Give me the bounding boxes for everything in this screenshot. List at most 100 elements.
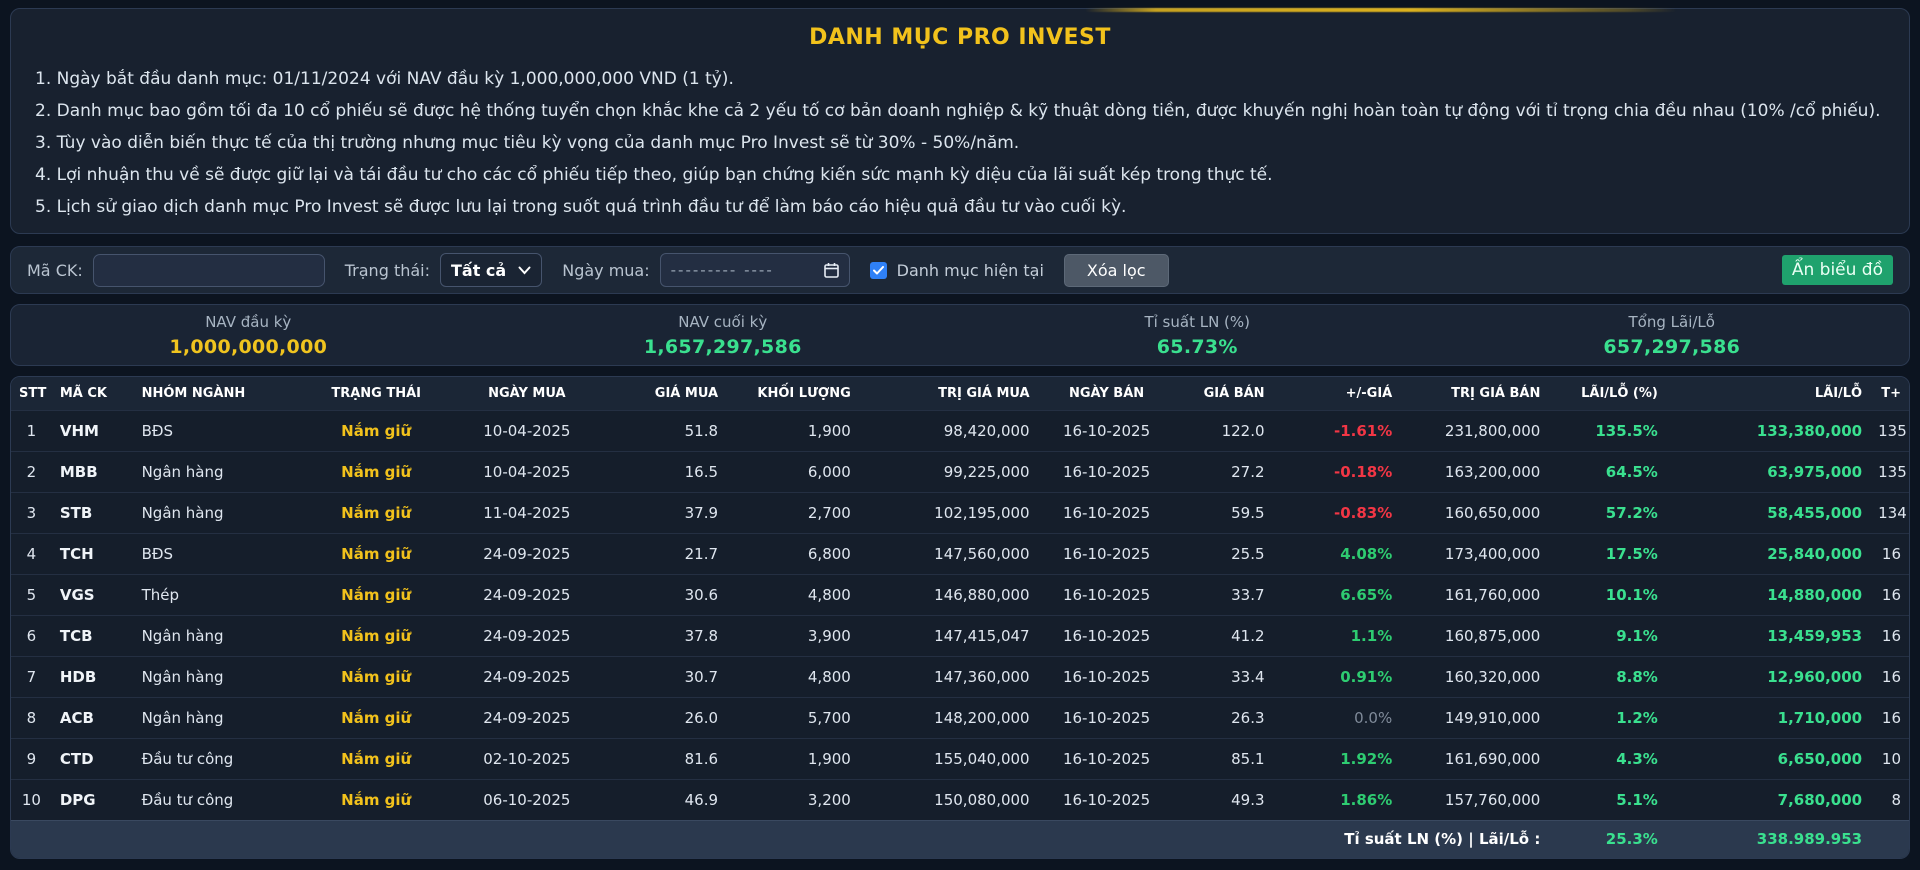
cell-delta: -1.61% <box>1272 409 1401 451</box>
current-portfolio-checkbox[interactable] <box>869 261 887 279</box>
buy-date-input[interactable]: --------- ---- <box>659 253 850 287</box>
cell-ngay-ban: 16-10-2025 <box>1037 614 1176 656</box>
cell-tri-gia-mua: 99,225,000 <box>858 450 1038 492</box>
cell-ll: 1,710,000 <box>1665 696 1871 738</box>
footer-label: Tỉ suất LN (%) | Lãi/Lỗ : <box>11 819 1549 858</box>
cell-nganh: Ngân hàng <box>133 614 308 656</box>
col-header-ma: MÃ CK <box>51 377 134 410</box>
col-header-tri-gia-mua: TRỊ GIÁ MUA <box>858 377 1038 410</box>
cell-gia-mua: 30.6 <box>608 573 727 615</box>
cell-status: Nắm giữ <box>307 450 446 492</box>
summary-nav-start-label: NAV đầu kỳ <box>205 312 292 331</box>
summary-total-pnl-value: 657,297,586 <box>1603 335 1741 358</box>
buy-date-label: Ngày mua: <box>562 260 650 280</box>
cell-tri-gia-ban: 231,800,000 <box>1400 409 1549 451</box>
cell-tri-gia-ban: 173,400,000 <box>1400 532 1549 574</box>
cell-gia-ban: 25.5 <box>1175 532 1273 574</box>
cell-llpct: 57.2% <box>1548 491 1666 533</box>
cell-ll: 63,975,000 <box>1665 450 1871 492</box>
cell-tri-gia-mua: 148,200,000 <box>858 696 1038 738</box>
cell-nganh: BĐS <box>133 409 308 451</box>
cell-ngay-ban: 16-10-2025 <box>1037 409 1176 451</box>
cell-ngay-mua: 02-10-2025 <box>445 737 609 779</box>
col-header-ll: LÃI/LỖ <box>1665 377 1871 410</box>
cell-khoi-luong: 4,800 <box>726 655 859 697</box>
cell-stt: 7 <box>11 655 52 697</box>
cell-ma: HDB <box>51 655 134 697</box>
col-header-ngay-mua: NGÀY MUA <box>445 377 609 410</box>
cell-gia-ban: 59.5 <box>1175 491 1273 533</box>
cell-ll: 6,650,000 <box>1665 737 1871 779</box>
cell-stt: 2 <box>11 450 52 492</box>
clear-filter-button[interactable]: Xóa lọc <box>1063 253 1169 287</box>
status-select[interactable]: Tất cả <box>440 253 543 287</box>
table-row: 6 TCB Ngân hàng Nắm giữ 24-09-2025 37.8 3,900 1… <box>11 614 1909 656</box>
summary-total-pnl-label: Tổng Lãi/Lỗ <box>1628 312 1715 331</box>
cell-gia-ban: 49.3 <box>1175 778 1273 820</box>
status-select-value: Tất cả <box>451 260 507 280</box>
cell-stt: 9 <box>11 737 52 779</box>
cell-nganh: Ngân hàng <box>133 696 308 738</box>
chevron-down-icon <box>518 266 531 274</box>
summary-return-pct-value: 65.73% <box>1156 335 1238 358</box>
cell-khoi-luong: 3,900 <box>726 614 859 656</box>
cell-delta: 4.08% <box>1272 532 1401 574</box>
cell-gia-ban: 26.3 <box>1175 696 1273 738</box>
cell-tri-gia-mua: 102,195,000 <box>858 491 1038 533</box>
cell-ngay-mua: 24-09-2025 <box>445 614 609 656</box>
footer-return-pct: 25.3% <box>1548 819 1666 858</box>
cell-delta: 1.1% <box>1272 614 1401 656</box>
cell-tri-gia-ban: 157,760,000 <box>1400 778 1549 820</box>
cell-nganh: Thép <box>133 573 308 615</box>
cell-status: Nắm giữ <box>307 737 446 779</box>
summary-total-pnl: Tổng Lãi/Lỗ 657,297,586 <box>1435 313 1910 358</box>
summary-return-pct: Tỉ suất LN (%) 65.73% <box>960 313 1435 358</box>
cell-tri-gia-ban: 160,875,000 <box>1400 614 1549 656</box>
summary-nav-end-value: 1,657,297,586 <box>643 335 802 358</box>
cell-llpct: 4.3% <box>1548 737 1666 779</box>
cell-llpct: 64.5% <box>1548 450 1666 492</box>
cell-gia-mua: 30.7 <box>608 655 727 697</box>
cell-tri-gia-ban: 149,910,000 <box>1400 696 1549 738</box>
cell-nganh: Ngân hàng <box>133 655 308 697</box>
cell-ngay-ban: 16-10-2025 <box>1037 737 1176 779</box>
cell-ma: TCH <box>51 532 134 574</box>
cell-khoi-luong: 2,700 <box>726 491 859 533</box>
cell-gia-ban: 33.7 <box>1175 573 1273 615</box>
summary-bar: NAV đầu kỳ 1,000,000,000 NAV cuối kỳ 1,6… <box>10 304 1910 366</box>
cell-gia-ban: 85.1 <box>1175 737 1273 779</box>
cell-tri-gia-ban: 160,650,000 <box>1400 491 1549 533</box>
hide-chart-button[interactable]: Ẩn biểu đồ <box>1781 255 1893 285</box>
table-row: 7 HDB Ngân hàng Nắm giữ 24-09-2025 30.7 4,800 1… <box>11 655 1909 697</box>
cell-llpct: 1.2% <box>1548 696 1666 738</box>
cell-delta: 1.86% <box>1272 778 1401 820</box>
cell-llpct: 8.8% <box>1548 655 1666 697</box>
cell-tri-gia-mua: 155,040,000 <box>858 737 1038 779</box>
cell-stt: 4 <box>11 532 52 574</box>
cell-khoi-luong: 5,700 <box>726 696 859 738</box>
cell-delta: 1.92% <box>1272 737 1401 779</box>
cell-t-plus: 10 <box>1870 737 1909 779</box>
cell-ll: 58,455,000 <box>1665 491 1871 533</box>
cell-nganh: Ngân hàng <box>133 491 308 533</box>
note-line-3: 3. Tùy vào diễn biến thực tế của thị trư… <box>35 133 1020 153</box>
cell-ma: VHM <box>51 409 134 451</box>
ticker-input[interactable] <box>92 253 325 287</box>
cell-t-plus: 16 <box>1870 655 1909 697</box>
cell-ll: 14,880,000 <box>1665 573 1871 615</box>
cell-tri-gia-ban: 161,760,000 <box>1400 573 1549 615</box>
table-body: 1 VHM BĐS Nắm giữ 10-04-2025 51.8 1,900 98,420,… <box>11 409 1909 820</box>
cell-gia-ban: 122.0 <box>1175 409 1273 451</box>
table-row: 3 STB Ngân hàng Nắm giữ 11-04-2025 37.9 2,700 1… <box>11 491 1909 533</box>
cell-stt: 3 <box>11 491 52 533</box>
col-header-status: TRẠNG THÁI <box>307 377 446 410</box>
cell-tri-gia-mua: 146,880,000 <box>858 573 1038 615</box>
table-row: 1 VHM BĐS Nắm giữ 10-04-2025 51.8 1,900 98,420,… <box>11 409 1909 451</box>
cell-gia-mua: 51.8 <box>608 409 727 451</box>
table-row: 8 ACB Ngân hàng Nắm giữ 24-09-2025 26.0 5,700 1… <box>11 696 1909 738</box>
cell-gia-mua: 37.8 <box>608 614 727 656</box>
col-header-ngay-ban: NGÀY BÁN <box>1037 377 1176 410</box>
cell-ll: 12,960,000 <box>1665 655 1871 697</box>
cell-t-plus: 135 <box>1870 450 1909 492</box>
cell-llpct: 9.1% <box>1548 614 1666 656</box>
